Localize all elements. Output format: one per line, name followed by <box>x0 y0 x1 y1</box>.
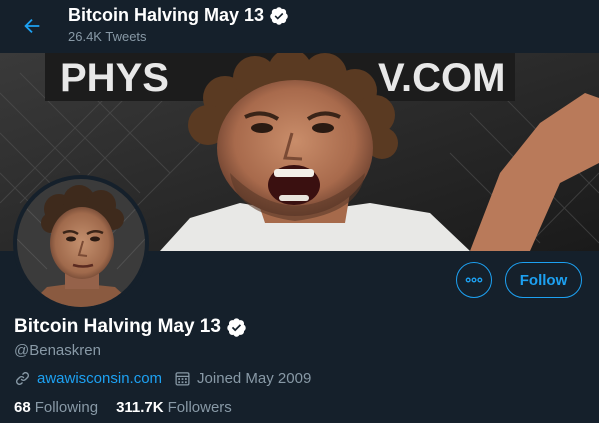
followers-link[interactable]: 311.7K Followers <box>116 399 232 416</box>
followers-label: Followers <box>167 399 232 416</box>
following-label: Following <box>34 399 99 416</box>
profile-page: Bitcoin Halving May 13 26.4K Tweets PHYS… <box>0 0 599 423</box>
link-icon <box>16 372 29 385</box>
profile-stats: 68 Following 311.7K Followers <box>14 399 250 416</box>
followers-count: 311.7K <box>116 399 164 416</box>
header-title-text: Bitcoin Halving May 13 <box>68 5 265 25</box>
banner-sign-left: PHYS <box>60 56 169 100</box>
profile-header: Bitcoin Halving May 13 26.4K Tweets <box>0 0 599 53</box>
following-count: 68 <box>14 399 31 416</box>
following-link[interactable]: 68 Following <box>14 399 98 416</box>
website-item: awawisconsin.com <box>14 370 162 387</box>
joined-item: Joined May 2009 <box>174 370 311 387</box>
tweet-count: 26.4K Tweets <box>68 29 147 44</box>
follow-button[interactable]: Follow <box>505 262 582 298</box>
more-options-button[interactable] <box>456 262 492 298</box>
arrow-left-icon <box>24 18 40 34</box>
calendar-icon <box>175 372 190 386</box>
profile-name-text: Bitcoin Halving May 13 <box>14 316 221 337</box>
avatar-photo <box>17 179 145 307</box>
profile-meta: awawisconsin.com Joined May 2009 <box>14 370 323 387</box>
verified-badge-icon <box>269 6 289 26</box>
back-button[interactable] <box>16 10 48 42</box>
verified-badge-icon <box>226 317 247 338</box>
banner-sign-right: V.COM <box>378 56 505 100</box>
profile-avatar[interactable] <box>13 175 149 311</box>
joined-date: Joined May 2009 <box>197 370 312 387</box>
profile-handle: @Benaskren <box>14 342 101 359</box>
header-title: Bitcoin Halving May 13 <box>68 5 289 26</box>
website-link[interactable]: awawisconsin.com <box>37 370 162 387</box>
more-dots-icon <box>465 277 483 283</box>
profile-display-name: Bitcoin Halving May 13 <box>14 316 247 338</box>
